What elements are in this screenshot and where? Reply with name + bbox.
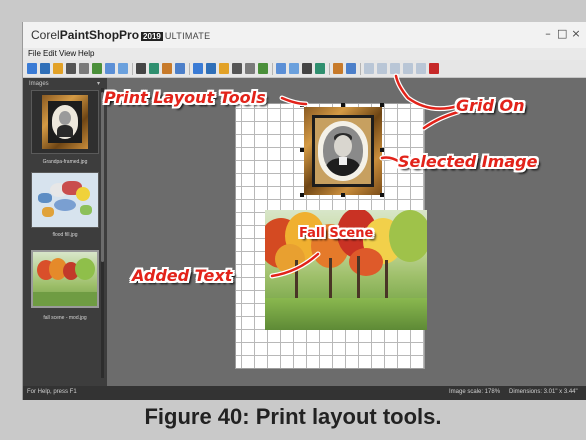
fall-scene-image[interactable]: Fall Scene	[265, 210, 427, 330]
flip-icon[interactable]	[162, 63, 172, 74]
selection-handle[interactable]	[341, 103, 345, 107]
toolbar-separator	[360, 63, 361, 75]
screenshot-figure: CorelPaintShopPro 2019 ULTIMATE – □ × File…	[0, 0, 586, 440]
callout-selected-image: Selected Image	[398, 152, 538, 171]
selection-handle[interactable]	[300, 148, 304, 152]
print-icon[interactable]	[79, 63, 89, 74]
menu-bar: File Edit View Help	[23, 48, 586, 60]
undo-icon[interactable]	[105, 63, 115, 74]
thumbnail-label: Grandpa-framed.jpg	[42, 159, 88, 165]
close-layout-icon[interactable]	[429, 63, 439, 74]
status-help: For Help, press F1	[27, 389, 77, 395]
open-icon[interactable]	[40, 63, 50, 74]
callout-grid-on: Grid On	[456, 96, 525, 115]
selection-handle[interactable]	[300, 103, 304, 107]
status-dimensions: Dimensions: 3.01" x 3.44"	[509, 389, 578, 395]
organizer-title: Images	[29, 81, 49, 87]
menu-help[interactable]: Help	[78, 49, 94, 58]
app-title: CorelPaintShopPro 2019 ULTIMATE	[31, 28, 210, 42]
toolbar-separator	[189, 63, 190, 75]
title-pro: Pro	[119, 28, 140, 42]
title-corel: Corel	[31, 28, 60, 42]
selection-handle[interactable]	[380, 193, 384, 197]
title-edition: ULTIMATE	[164, 31, 211, 41]
portrait-photo	[323, 126, 363, 176]
text-icon[interactable]	[136, 63, 146, 74]
title-product: PaintShop	[59, 28, 120, 42]
title-year: 2019	[141, 32, 163, 41]
restore-button[interactable]: □	[557, 27, 567, 40]
title-bar: CorelPaintShopPro 2019 ULTIMATE – □ ×	[23, 22, 586, 48]
selection-handle[interactable]	[341, 193, 345, 197]
selected-framed-image[interactable]	[304, 107, 382, 195]
align-icon-5[interactable]	[416, 63, 426, 74]
toolbar-separator	[272, 63, 273, 75]
layout-icon[interactable]	[219, 63, 229, 74]
figure-caption: Figure 40: Print layout tools.	[144, 404, 442, 429]
grid-icon[interactable]	[333, 63, 343, 74]
thumbnail-fall-scene[interactable]	[31, 250, 99, 308]
zoom-out-icon[interactable]	[302, 63, 312, 74]
callout-added-text: Added Text	[132, 266, 233, 285]
print-setup-icon[interactable]	[92, 63, 102, 74]
rotate-icon[interactable]	[149, 63, 159, 74]
menu-edit[interactable]: Edit	[43, 49, 57, 58]
fit-icon[interactable]	[193, 63, 203, 74]
thumbnail-grandpa[interactable]	[31, 90, 99, 154]
minimize-button[interactable]: –	[543, 27, 553, 40]
selection-handle[interactable]	[380, 103, 384, 107]
print-layout-toolbar	[23, 60, 586, 78]
menu-view[interactable]: View	[59, 49, 76, 58]
open-template-icon[interactable]	[66, 63, 76, 74]
menu-file[interactable]: File	[28, 49, 41, 58]
pin-icon[interactable]: ▾	[97, 80, 100, 87]
save-icon[interactable]	[53, 63, 63, 74]
align-icon-2[interactable]	[377, 63, 387, 74]
toolbar-separator	[329, 63, 330, 75]
redo-icon[interactable]	[118, 63, 128, 74]
zoom-fit-icon[interactable]	[315, 63, 325, 74]
callout-print-layout-tools: Print Layout Tools	[104, 88, 266, 107]
images-organizer-panel: Images ▾ Grandpa-framed.jpg flood fill.j…	[23, 78, 107, 386]
status-bar: For Help, press F1 Image scale: 178% Dim…	[23, 386, 586, 400]
status-scale: Image scale: 178%	[449, 389, 501, 395]
organizer-scroll-thumb[interactable]	[101, 92, 104, 262]
selection-handle[interactable]	[300, 193, 304, 197]
layout-icon-3[interactable]	[245, 63, 255, 74]
print-layout-icon[interactable]	[258, 63, 268, 74]
new-icon[interactable]	[27, 63, 37, 74]
thumbnail-flood[interactable]	[31, 172, 99, 228]
zoom-in-icon[interactable]	[289, 63, 299, 74]
refresh-icon[interactable]	[175, 63, 185, 74]
toolbar-separator	[132, 63, 133, 75]
layout-alt-icon[interactable]	[232, 63, 242, 74]
thumbnail-label: fall scene - mod.jpg	[43, 315, 87, 321]
fall-scene-text[interactable]: Fall Scene	[299, 226, 373, 241]
zoom-icon[interactable]	[276, 63, 286, 74]
grid-snap-icon[interactable]	[346, 63, 356, 74]
thumbnail-label: flood fill.jpg	[52, 232, 78, 238]
align-icon-1[interactable]	[364, 63, 374, 74]
arrange-icon[interactable]	[206, 63, 216, 74]
align-icon-4[interactable]	[403, 63, 413, 74]
selection-handle[interactable]	[380, 148, 384, 152]
close-button[interactable]: ×	[571, 27, 581, 40]
frame-thumbnail-image	[42, 95, 88, 149]
align-icon-3[interactable]	[390, 63, 400, 74]
